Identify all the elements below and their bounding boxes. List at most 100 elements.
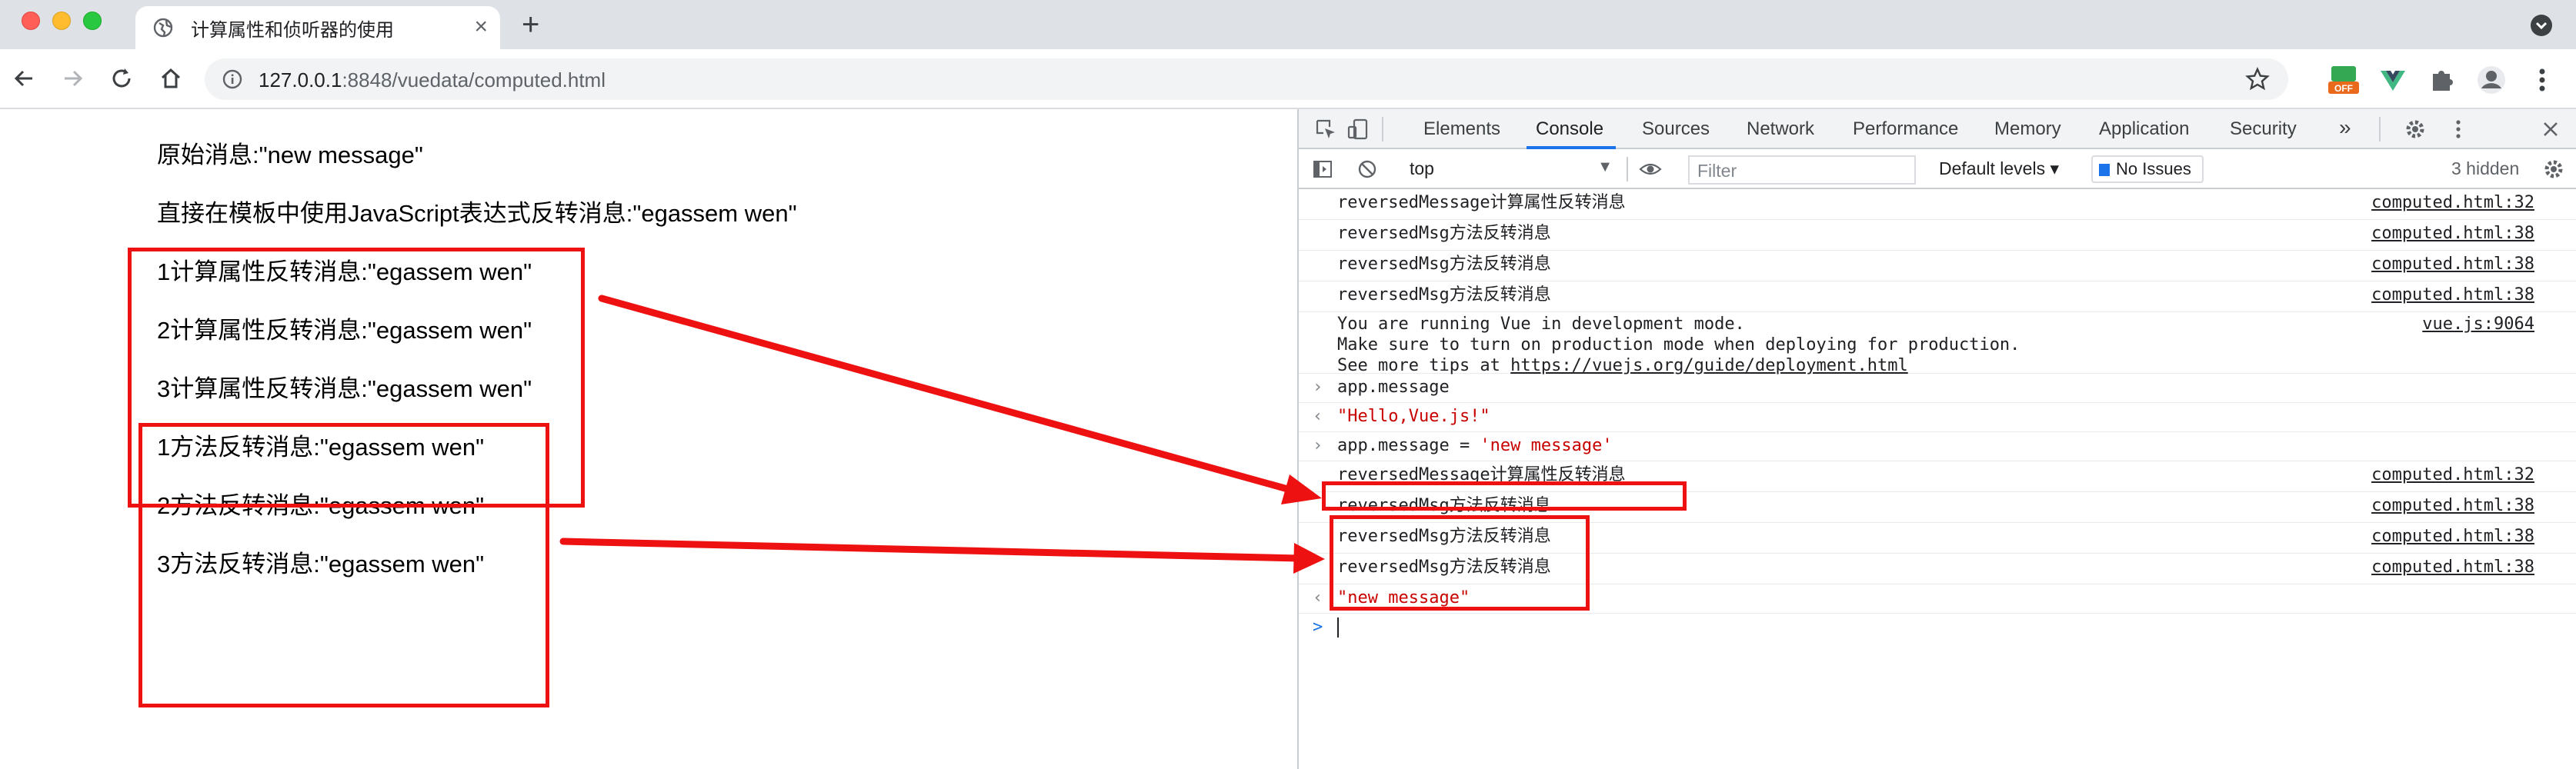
- back-arrow-icon[interactable]: [11, 65, 38, 92]
- console-row: reversedMessage计算属性反转消息 computed.html:32: [1299, 189, 2576, 220]
- site-info-icon[interactable]: [222, 68, 243, 90]
- url-host: 127.0.0.1: [259, 68, 342, 92]
- url-path: :8848/vuedata/computed.html: [342, 68, 606, 92]
- extension-off-graphic: OFF: [2328, 66, 2359, 94]
- log-message: reversedMsg方法反转消息: [1337, 224, 1551, 243]
- method-annotation-box: [138, 423, 549, 707]
- console-input-row: › app.message: [1299, 374, 2576, 403]
- log-source-link[interactable]: computed.html:38: [2371, 254, 2534, 275]
- template-reverse-line: 直接在模板中使用JavaScript表达式反转消息:"egassem wen": [157, 200, 797, 227]
- tab-console[interactable]: Console: [1536, 118, 1603, 140]
- tab-performance[interactable]: Performance: [1853, 118, 1958, 140]
- maximize-window-button[interactable]: [83, 12, 102, 30]
- url-text[interactable]: 127.0.0.1:8848/vuedata/computed.html: [259, 68, 606, 92]
- input-chevron-icon: ›: [1313, 378, 1323, 397]
- minimize-window-button[interactable]: [52, 12, 71, 30]
- dropdown-caret-icon: ▼: [1597, 158, 1613, 175]
- close-window-button[interactable]: [22, 12, 40, 30]
- log-source-link[interactable]: computed.html:38: [2371, 495, 2534, 517]
- globe-icon: [153, 18, 173, 38]
- tab-strip: 计算属性和侦听器的使用 × +: [0, 0, 2576, 49]
- log-message: reversedMessage计算属性反转消息: [1337, 193, 1626, 212]
- devtools-panel: Elements Console Sources Network Perform…: [1297, 109, 2576, 769]
- console-filter-input[interactable]: Filter: [1688, 155, 1916, 185]
- log-levels-dropdown[interactable]: Default levels ▾: [1939, 158, 2059, 179]
- extension-off-icon[interactable]: OFF: [2328, 65, 2359, 95]
- context-selector[interactable]: top ▼: [1402, 155, 1619, 183]
- issues-button[interactable]: No Issues: [2091, 155, 2204, 183]
- browser-menu-icon[interactable]: [2527, 65, 2558, 95]
- log-source-link[interactable]: vue.js:9064: [2422, 314, 2534, 335]
- profile-avatar-icon[interactable]: [2476, 65, 2507, 95]
- clear-console-icon[interactable]: [1356, 158, 1379, 181]
- tab-elements[interactable]: Elements: [1423, 118, 1500, 140]
- log-message: reversedMsg方法反转消息: [1337, 285, 1551, 305]
- issue-flag-icon: [2099, 164, 2110, 177]
- inspect-element-icon[interactable]: [1314, 118, 1337, 141]
- log-source-link[interactable]: computed.html:38: [2371, 526, 2534, 548]
- method-logs-annotation-box: [1330, 515, 1590, 611]
- tab-search-icon[interactable]: [2530, 14, 2553, 37]
- text-cursor: [1337, 618, 1339, 638]
- devtools-menu-icon[interactable]: [2447, 118, 2470, 141]
- original-message-line: 原始消息:"new message": [157, 141, 423, 168]
- result-chevron-icon: ‹: [1313, 588, 1323, 608]
- console-result-row: ‹ "Hello,Vue.js!": [1299, 403, 2576, 432]
- vue-notice-line-1: You are running Vue in development mode.: [1337, 315, 1745, 334]
- live-expression-eye-icon[interactable]: [1639, 158, 1662, 181]
- browser-toolbar: 127.0.0.1:8848/vuedata/computed.html OFF: [0, 49, 2576, 109]
- console-row: reversedMsg方法反转消息 computed.html:38: [1299, 251, 2576, 281]
- vue-deployment-link[interactable]: https://vuejs.org/guide/deployment.html: [1510, 356, 1908, 375]
- tab-separator: [1382, 117, 1383, 141]
- reload-icon[interactable]: [108, 65, 135, 92]
- log-source-link[interactable]: computed.html:38: [2371, 223, 2534, 245]
- tab-memory[interactable]: Memory: [1994, 118, 2061, 140]
- tab-sources[interactable]: Sources: [1642, 118, 1710, 140]
- sidebar-toggle-icon[interactable]: [1311, 158, 1334, 181]
- assign-prefix: app.message =: [1337, 436, 1480, 455]
- input-chevron-icon: ›: [1313, 436, 1323, 455]
- log-source-link[interactable]: computed.html:32: [2371, 464, 2534, 486]
- console-output: reversedMessage计算属性反转消息 computed.html:32…: [1299, 189, 2576, 769]
- console-input-text: app.message: [1337, 378, 1450, 397]
- log-source-link[interactable]: computed.html:32: [2371, 192, 2534, 214]
- context-value: top: [1410, 158, 1434, 178]
- vue-devmode-notice: You are running Vue in development mode.…: [1299, 312, 2576, 375]
- console-settings-gear-icon[interactable]: [2542, 158, 2565, 181]
- prompt-chevron-icon: >: [1313, 618, 1323, 637]
- log-message: reversedMsg方法反转消息: [1337, 255, 1551, 274]
- console-result-text: "Hello,Vue.js!": [1337, 407, 1490, 426]
- issues-label: No Issues: [2116, 159, 2191, 178]
- devtools-tab-bar: Elements Console Sources Network Perform…: [1299, 109, 2576, 149]
- close-devtools-icon[interactable]: [2539, 118, 2562, 141]
- console-toolbar: top ▼ Filter Default levels ▾ No Issues …: [1299, 149, 2576, 189]
- more-tabs-button[interactable]: »: [2339, 115, 2351, 140]
- vue-notice-line-2: Make sure to turn on production mode whe…: [1337, 335, 2020, 355]
- tab-network[interactable]: Network: [1747, 118, 1814, 140]
- extensions-puzzle-icon[interactable]: [2427, 65, 2458, 95]
- bookmark-star-icon[interactable]: [2245, 67, 2270, 92]
- ext-badge: OFF: [2334, 83, 2353, 94]
- tab-application[interactable]: Application: [2099, 118, 2189, 140]
- vue-devtools-icon[interactable]: [2377, 65, 2408, 95]
- home-icon[interactable]: [157, 65, 185, 92]
- vue-notice-prefix: See more tips at: [1337, 356, 1511, 375]
- address-bar[interactable]: 127.0.0.1:8848/vuedata/computed.html: [205, 58, 2288, 100]
- new-tab-button[interactable]: +: [522, 8, 539, 42]
- toolbar-separator: [1627, 157, 1628, 181]
- console-prompt[interactable]: >: [1299, 614, 2576, 644]
- console-row: reversedMsg方法反转消息 computed.html:38: [1299, 220, 2576, 251]
- tab-title: 计算属性和侦听器的使用: [191, 19, 394, 41]
- result-chevron-icon: ‹: [1313, 407, 1323, 426]
- assign-string: 'new message': [1480, 436, 1613, 455]
- close-tab-icon[interactable]: ×: [474, 15, 488, 38]
- tab-security[interactable]: Security: [2230, 118, 2297, 140]
- browser-tab[interactable]: 计算属性和侦听器的使用 ×: [135, 6, 500, 49]
- settings-gear-icon[interactable]: [2404, 118, 2427, 141]
- log-source-link[interactable]: computed.html:38: [2371, 557, 2534, 578]
- log-source-link[interactable]: computed.html:38: [2371, 285, 2534, 306]
- computed-log-annotation-box: [1322, 481, 1687, 511]
- prompt-cursor[interactable]: [1337, 617, 1339, 638]
- forward-arrow-icon[interactable]: [58, 65, 86, 92]
- device-toolbar-icon[interactable]: [1346, 118, 1370, 141]
